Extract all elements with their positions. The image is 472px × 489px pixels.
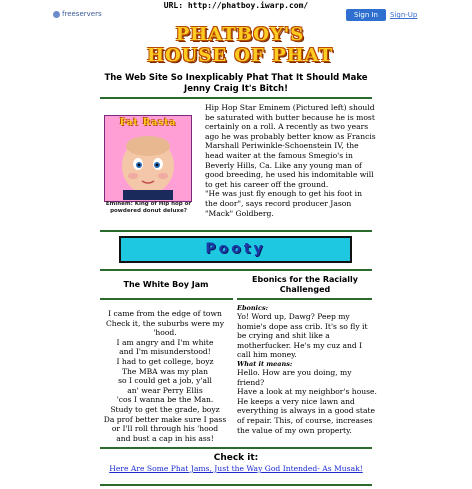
story-text: Hip Hop Star Eminem (Pictured left) shou… [205,103,376,189]
divider [100,269,372,271]
divider [100,230,372,232]
photo-caption: Eminem: King of Hip hop or powdered donu… [105,201,192,214]
freeservers-logo[interactable]: freeservers [53,9,105,19]
poem-line: or I'll roll through his 'hood [111,424,219,434]
poem-line: so I could get a job, y'all [118,376,212,386]
site-tagline: The Web Site So Inexplicably Phat That I… [104,73,368,94]
sign-up-link[interactable]: Sign-Up [390,9,417,21]
poem-line: 'hood. [153,328,177,338]
meaning-text: Hello. How are you doing, my friend? [237,367,352,387]
meaning-label: What it means: [237,359,293,368]
logo-line-1: PHATBOY'S [175,24,305,45]
poem-line: I came from the edge of town [108,309,222,318]
divider [100,484,372,486]
poem-line: I had to get college, boyz [116,356,214,366]
poem-line: Study to get the grade, boyz [110,404,220,414]
sign-in-button[interactable]: Sign In [346,9,386,21]
ebonics-column: Ebonics: Yo! Word up, Dawg? Peep my homi… [237,304,377,435]
right-column-divider [237,298,372,300]
poem-line: I am angry and I'm white [116,337,214,347]
poem-line: 'cos I wanna be the Man. [116,395,214,405]
pooty-banner-label: Pooty [205,241,266,257]
check-it-title: Check it: [213,453,259,463]
doll-head-image [122,136,174,200]
freeservers-logo-text: freeservers [62,10,102,18]
poem-line: and I'm misunderstood! [119,347,211,357]
freeservers-icon [53,10,60,18]
story-quote: "He was just fly enough to get his foot … [205,189,362,218]
poem-line: Check it, the suburbs were my [106,318,224,328]
poem-line: an' wear Perry Ellis [127,385,203,395]
poem-line: The MBA was my plan [121,366,209,376]
meaning-text-continued: Have a look at my neighbor's house. He k… [237,387,377,435]
ebonics-text: Yo! Word up, Dawg? Peep my homie's dope … [237,312,368,360]
eminem-photo: Fat Rasta [104,115,192,202]
ebonics-label: Ebonics: [237,304,269,312]
poem-line: and bust a cap in his ass! [116,433,214,443]
pooty-banner[interactable]: Pooty [119,236,352,263]
white-boy-jam-poem: I came from the edge of town Check it, t… [98,309,232,443]
photo-title: Fat Rasta [119,118,177,128]
divider [100,97,372,99]
phat-jams-link[interactable]: Here Are Some Phat Jams, Just the Way Go… [100,464,372,474]
divider [100,447,372,449]
site-logo: PHATBOY'S HOUSE OF PHAT [140,24,340,70]
ebonics-title: Ebonics for the Racially Challenged [252,275,358,294]
check-it-section: Check it: Here Are Some Phat Jams, Just … [100,453,372,474]
logo-line-2: HOUSE OF PHAT [146,45,333,66]
left-column-divider [100,298,233,300]
white-boy-jam-title: The White Boy Jam [123,280,209,289]
poem-line: Da prof better make sure I pass [103,414,227,424]
feature-story: Hip Hop Star Eminem (Pictured left) shou… [205,103,376,218]
